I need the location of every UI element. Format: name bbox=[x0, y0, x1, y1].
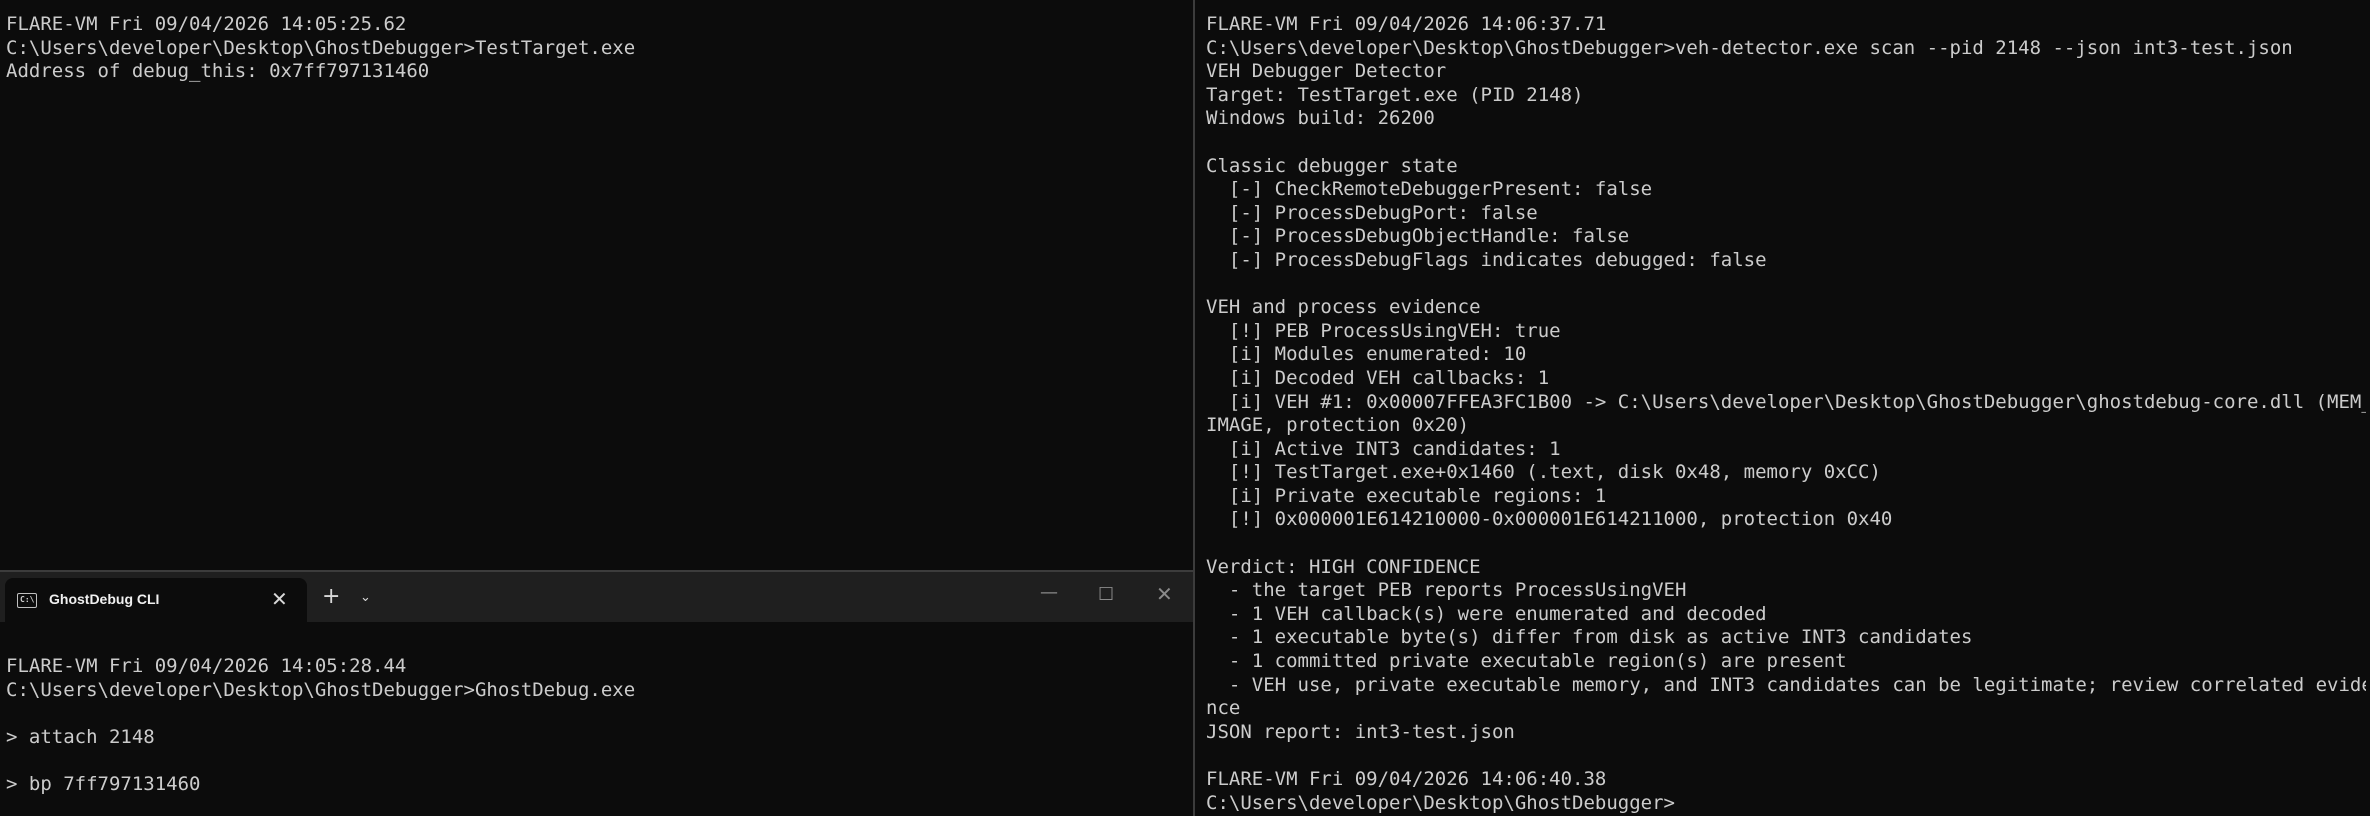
pane-divider-vertical[interactable] bbox=[1193, 0, 1195, 816]
terminal-line: > attach 2148 bbox=[6, 725, 155, 748]
terminal-line: FLARE-VM Fri 09/04/2026 14:06:40.38 bbox=[1206, 768, 1607, 790]
terminal-line: [-] ProcessDebugFlags indicates debugged… bbox=[1206, 248, 1767, 271]
terminal-line: C:\Users\developer\Desktop\GhostDebugger… bbox=[1206, 36, 2293, 59]
terminal-line: FLARE-VM Fri 09/04/2026 14:05:28.44 bbox=[6, 655, 407, 677]
minimize-button[interactable]: — bbox=[1040, 582, 1058, 603]
terminal-line: [!] PEB ProcessUsingVEH: true bbox=[1206, 319, 1561, 342]
terminal-pane-top-left[interactable]: FLARE-VM Fri 09/04/2026 14:05:25.62 C:\Us… bbox=[6, 13, 1186, 568]
terminal-line: VEH Debugger Detector bbox=[1206, 60, 1447, 83]
tab-close-icon[interactable]: ✕ bbox=[271, 587, 288, 611]
terminal-line: [i] VEH #1: 0x00007FFEA3FC1B00 -> C:\Use… bbox=[1206, 390, 2366, 413]
terminal-line: [i] Modules enumerated: 10 bbox=[1206, 343, 1527, 366]
terminal-line: VEH and process evidence bbox=[1206, 296, 1481, 319]
terminal-line: [!] TestTarget.exe+0x1460 (.text, disk 0… bbox=[1206, 461, 1881, 484]
terminal-line: C:\Users\developer\Desktop\GhostDebugger… bbox=[6, 678, 636, 701]
terminal-line: Verdict: HIGH CONFIDENCE bbox=[1206, 555, 1481, 578]
terminal-line: Classic debugger state bbox=[1206, 154, 1458, 177]
tab-title: GhostDebug CLI bbox=[49, 591, 160, 607]
terminal-line: - 1 VEH callback(s) were enumerated and … bbox=[1206, 602, 1767, 625]
terminal-line: Windows build: 26200 bbox=[1206, 107, 1435, 130]
terminal-line: IMAGE, protection 0x20) bbox=[1206, 414, 1470, 437]
terminal-line: [i] Active INT3 candidates: 1 bbox=[1206, 437, 1561, 460]
terminal-line: - VEH use, private executable memory, an… bbox=[1206, 673, 2366, 696]
terminal-line: Target: TestTarget.exe (PID 2148) bbox=[1206, 83, 1584, 106]
terminal-title-bar: C:\ GhostDebug CLI ✕ + ⌄ — ☐ ✕ bbox=[0, 572, 1193, 622]
terminal-line: [i] Decoded VEH callbacks: 1 bbox=[1206, 366, 1550, 389]
terminal-line: [i] Private executable regions: 1 bbox=[1206, 484, 1607, 507]
terminal-line: nce bbox=[1206, 697, 1241, 720]
terminal-pane-veh-detector[interactable]: FLARE-VM Fri 09/04/2026 14:06:37.71 C:\Us… bbox=[1206, 13, 2366, 816]
terminal-icon-glyph: C:\ bbox=[20, 595, 35, 604]
terminal-line: - the target PEB reports ProcessUsingVEH bbox=[1206, 579, 1687, 602]
terminal-pane-ghostdebug[interactable]: FLARE-VM Fri 09/04/2026 14:05:28.44 C:\Us… bbox=[6, 655, 1186, 816]
new-tab-button[interactable]: + bbox=[322, 586, 340, 608]
terminal-line: [-] ProcessDebugPort: false bbox=[1206, 201, 1538, 224]
terminal-line: - 1 executable byte(s) differ from disk … bbox=[1206, 626, 1973, 649]
terminal-line: JSON report: int3-test.json bbox=[1206, 720, 1515, 743]
terminal-line: FLARE-VM Fri 09/04/2026 14:06:37.71 bbox=[1206, 13, 1607, 35]
terminal-line: C:\Users\developer\Desktop\GhostDebugger… bbox=[6, 36, 636, 59]
close-window-button[interactable]: ✕ bbox=[1156, 582, 1173, 606]
tab-ghostdebug-cli[interactable]: C:\ GhostDebug CLI ✕ bbox=[5, 578, 307, 622]
terminal-line: Address of debug_this: 0x7ff797131460 bbox=[6, 60, 430, 83]
terminal-line: [-] CheckRemoteDebuggerPresent: false bbox=[1206, 178, 1653, 201]
maximize-button[interactable]: ☐ bbox=[1098, 584, 1114, 605]
terminal-line: [-] ProcessDebugObjectHandle: false bbox=[1206, 225, 1630, 248]
tab-dropdown-chevron-icon[interactable]: ⌄ bbox=[360, 590, 371, 605]
terminal-line: - 1 committed private executable region(… bbox=[1206, 650, 1847, 673]
terminal-line: > bp 7ff797131460 bbox=[6, 772, 201, 795]
terminal-line: [!] 0x000001E614210000-0x000001E61421100… bbox=[1206, 508, 1893, 531]
terminal-line: FLARE-VM Fri 09/04/2026 14:05:25.62 bbox=[6, 13, 407, 35]
terminal-icon: C:\ bbox=[17, 593, 37, 608]
terminal-line: C:\Users\developer\Desktop\GhostDebugger… bbox=[1206, 791, 1675, 814]
